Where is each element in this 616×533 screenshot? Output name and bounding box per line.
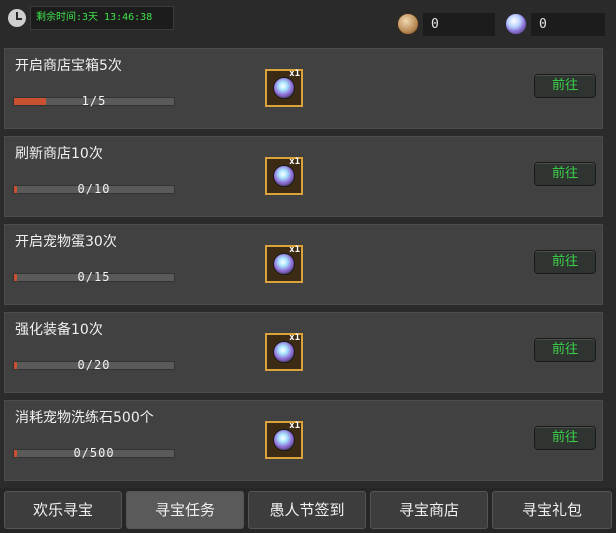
coin-count: 0 xyxy=(423,13,495,36)
reward-quantity: x1 xyxy=(289,69,300,79)
gem-icon xyxy=(273,253,295,275)
go-button[interactable]: 前往 xyxy=(534,426,596,450)
go-button[interactable]: 前往 xyxy=(534,250,596,274)
clock-icon xyxy=(8,9,26,27)
gem-icon xyxy=(273,77,295,99)
tab-treasure-gift-pack[interactable]: 寻宝礼包 xyxy=(492,491,612,529)
task-progress-text: 0/20 xyxy=(77,358,111,372)
reward-quantity: x1 xyxy=(289,157,300,167)
gem-count: 0 xyxy=(531,13,605,36)
task-progress-text: 0/500 xyxy=(73,446,115,460)
task-title: 开启商店宝箱5次 xyxy=(15,58,122,74)
reward-quantity: x1 xyxy=(289,245,300,255)
reward-slot[interactable]: x1 xyxy=(265,333,303,371)
gem-icon xyxy=(505,13,527,35)
task-title: 刷新商店10次 xyxy=(15,146,103,162)
go-button[interactable]: 前往 xyxy=(534,338,596,362)
task-row: 开启宠物蛋30次 0/15 x1 前往 xyxy=(4,224,603,305)
task-title: 消耗宠物洗练石500个 xyxy=(15,410,154,426)
task-row: 刷新商店10次 0/10 x1 前往 xyxy=(4,136,603,217)
task-title: 开启宠物蛋30次 xyxy=(15,234,117,250)
remaining-time-text: 剩余时间:3天 13:46:38 xyxy=(30,6,174,30)
reward-slot[interactable]: x1 xyxy=(265,69,303,107)
reward-slot[interactable]: x1 xyxy=(265,245,303,283)
reward-quantity: x1 xyxy=(289,333,300,343)
gem-icon xyxy=(273,429,295,451)
coin-icon xyxy=(397,13,419,35)
task-progress-text: 0/10 xyxy=(77,182,111,196)
task-title: 强化装备10次 xyxy=(15,322,103,338)
reward-slot[interactable]: x1 xyxy=(265,421,303,459)
task-row: 强化装备10次 0/20 x1 前往 xyxy=(4,312,603,393)
task-row: 开启商店宝箱5次 1/5 x1 前往 xyxy=(4,48,603,129)
bottom-tab-bar: 欢乐寻宝 寻宝任务 愚人节签到 寻宝商店 寻宝礼包 xyxy=(0,488,616,533)
tab-treasure-shop[interactable]: 寻宝商店 xyxy=(370,491,488,529)
go-button[interactable]: 前往 xyxy=(534,162,596,186)
reward-slot[interactable]: x1 xyxy=(265,157,303,195)
go-button[interactable]: 前往 xyxy=(534,74,596,98)
task-progress-text: 1/5 xyxy=(81,94,107,108)
gem-icon xyxy=(273,165,295,187)
task-row: 消耗宠物洗练石500个 0/500 x1 前往 xyxy=(4,400,603,481)
header-bar: 剩余时间:3天 13:46:38 0 0 xyxy=(0,0,616,46)
tab-april-fools-checkin[interactable]: 愚人节签到 xyxy=(248,491,366,529)
gem-icon xyxy=(273,341,295,363)
tab-happy-treasure-hunt[interactable]: 欢乐寻宝 xyxy=(4,491,122,529)
reward-quantity: x1 xyxy=(289,421,300,431)
task-progress-text: 0/15 xyxy=(77,270,111,284)
tab-treasure-tasks[interactable]: 寻宝任务 xyxy=(126,491,244,529)
